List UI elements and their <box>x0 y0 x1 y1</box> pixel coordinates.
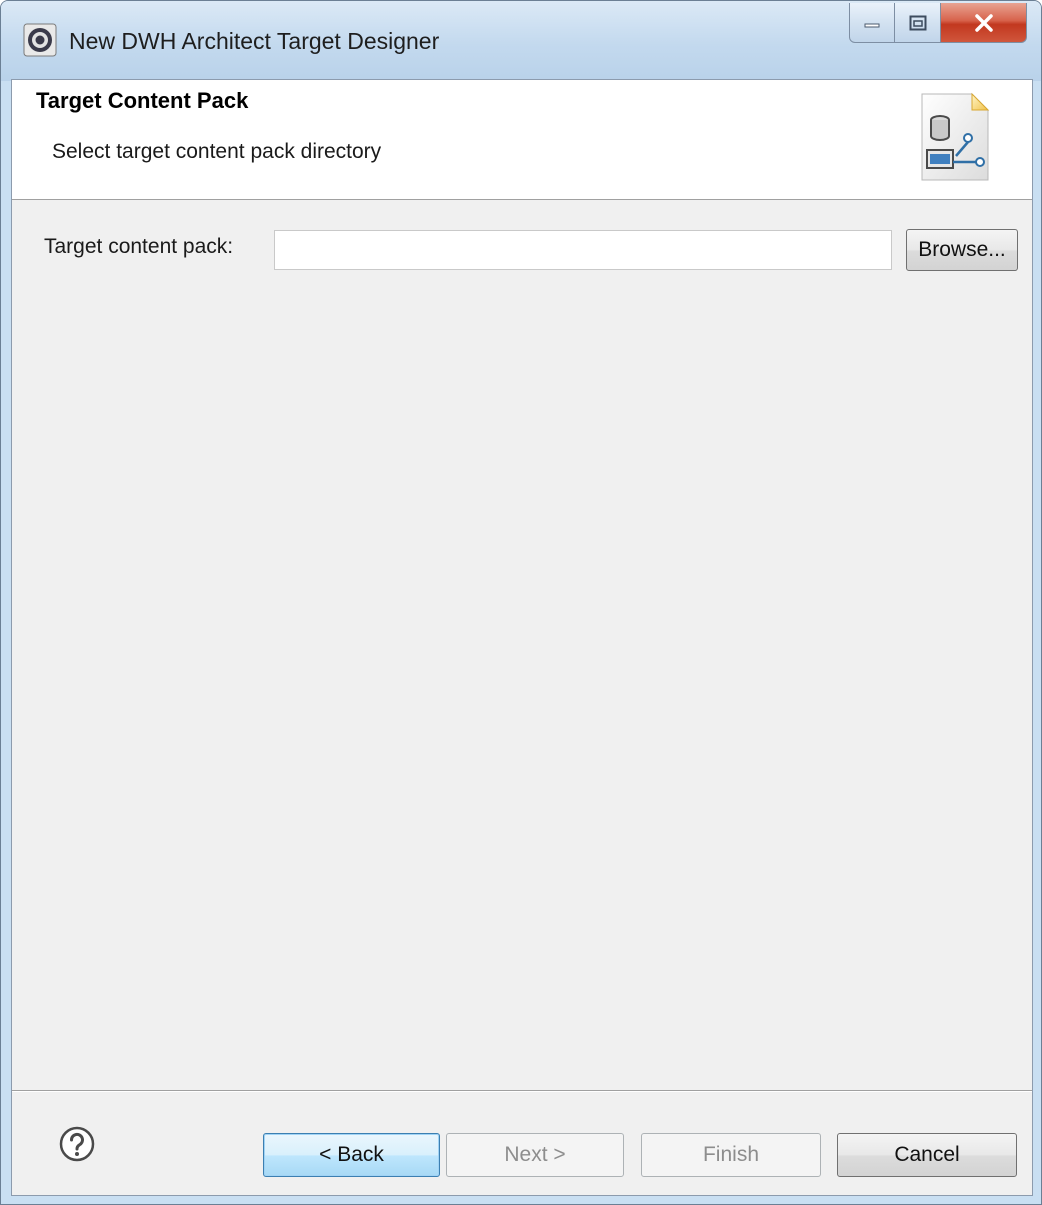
app-icon <box>23 23 57 57</box>
next-button[interactable]: Next > <box>446 1133 624 1177</box>
close-icon <box>974 13 993 32</box>
minimize-icon <box>864 23 880 27</box>
back-button[interactable]: < Back <box>263 1133 440 1177</box>
wizard-client-area: Target Content Pack Select target conten… <box>11 79 1033 1196</box>
minimize-button[interactable] <box>849 3 895 43</box>
browse-button[interactable]: Browse... <box>906 229 1018 271</box>
maximize-icon <box>909 15 926 30</box>
cancel-button[interactable]: Cancel <box>837 1133 1017 1177</box>
wizard-window: New DWH Architect Target Designer Target… <box>0 0 1042 1205</box>
content-pack-wizard-icon <box>921 92 990 181</box>
maximize-button[interactable] <box>895 3 941 43</box>
target-content-pack-input[interactable] <box>274 230 892 270</box>
wizard-header-banner: Target Content Pack Select target conten… <box>12 80 1032 200</box>
footer-separator <box>12 1090 1032 1092</box>
page-description: Select target content pack directory <box>52 140 382 163</box>
finish-button[interactable]: Finish <box>641 1133 821 1177</box>
caption-buttons <box>849 3 1027 43</box>
close-button[interactable] <box>941 3 1027 43</box>
help-icon[interactable] <box>58 1125 96 1163</box>
title-bar[interactable]: New DWH Architect Target Designer <box>1 1 1041 81</box>
target-content-pack-label: Target content pack: <box>44 235 234 258</box>
page-title: Target Content Pack <box>36 88 249 113</box>
window-title: New DWH Architect Target Designer <box>69 28 440 54</box>
